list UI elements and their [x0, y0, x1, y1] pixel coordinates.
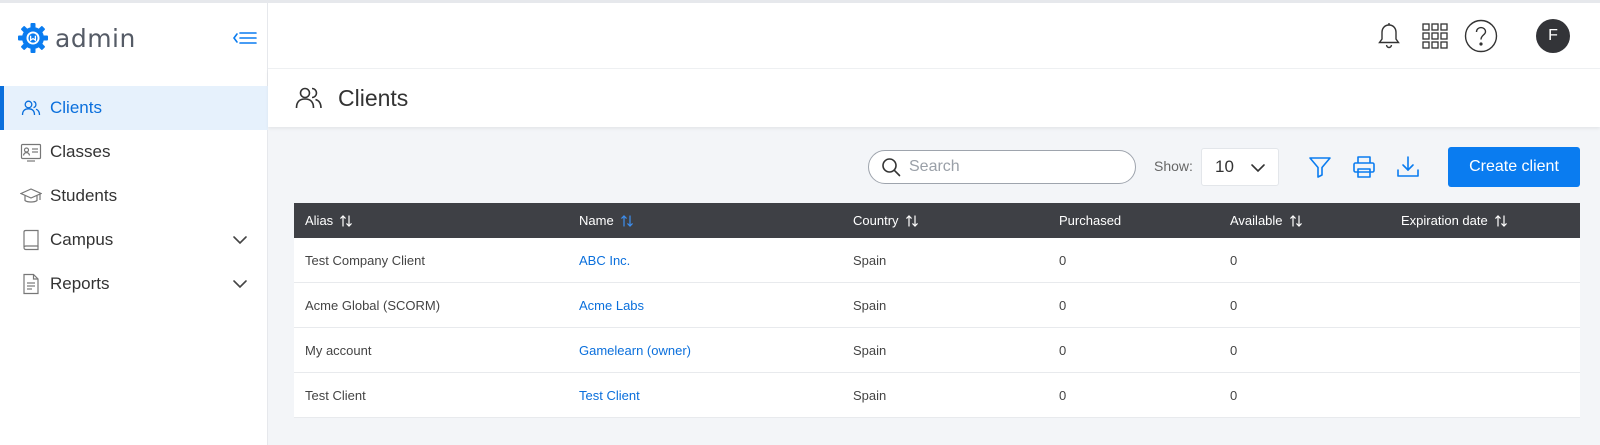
- search-input[interactable]: [909, 158, 1109, 176]
- show-label: Show:: [1154, 158, 1193, 174]
- sidebar: admin Clients Classes Students Campus Re…: [0, 3, 268, 445]
- cell-expiration-date: [1390, 238, 1580, 282]
- sidebar-item-students[interactable]: Students: [0, 174, 268, 218]
- collapse-sidebar-icon[interactable]: [232, 27, 258, 49]
- sidebar-item-label: Classes: [50, 142, 111, 161]
- table-row[interactable]: Test Client Test Client Spain 0 0: [294, 373, 1580, 418]
- sort-icon[interactable]: [1289, 214, 1303, 228]
- table-row[interactable]: My account Gamelearn (owner) Spain 0 0: [294, 328, 1580, 373]
- cell-country: Spain: [853, 342, 887, 358]
- sidebar-item-label: Clients: [50, 98, 102, 117]
- users-icon: [294, 83, 324, 113]
- print-icon[interactable]: [1349, 152, 1379, 182]
- clients-table: Alias Name Country Purchased Available E…: [294, 203, 1580, 418]
- column-header-purchased: Purchased: [1048, 203, 1219, 238]
- top-header: F: [268, 3, 1600, 69]
- app-name: admin: [55, 23, 136, 53]
- cell-country: Spain: [853, 252, 887, 268]
- cell-alias: Test Company Client: [305, 252, 425, 268]
- cell-country: Spain: [853, 297, 887, 313]
- client-name-link[interactable]: Gamelearn (owner): [579, 343, 691, 358]
- cell-alias: My account: [305, 342, 372, 358]
- client-name-link[interactable]: Acme Labs: [579, 298, 644, 313]
- sidebar-item-reports[interactable]: Reports: [0, 262, 268, 306]
- graduation-cap-icon: [20, 185, 42, 207]
- column-label: Country: [853, 213, 899, 228]
- sidebar-item-label: Campus: [50, 230, 114, 249]
- cell-available: 0: [1230, 387, 1238, 403]
- sort-icon[interactable]: [339, 214, 353, 228]
- cell-available: 0: [1230, 342, 1238, 358]
- table-header: Alias Name Country Purchased Available E…: [294, 203, 1580, 238]
- cell-expiration-date: [1390, 283, 1580, 327]
- column-header-available[interactable]: Available: [1219, 203, 1390, 238]
- cell-alias: Acme Global (SCORM): [305, 297, 441, 313]
- cell-alias: Test Client: [305, 387, 366, 403]
- sidebar-item-label: Reports: [50, 274, 110, 293]
- cell-available: 0: [1230, 252, 1238, 268]
- column-label: Expiration date: [1401, 213, 1488, 228]
- sidebar-nav: Clients Classes Students Campus Reports: [0, 86, 268, 306]
- sort-active-icon[interactable]: [620, 214, 634, 228]
- cell-available: 0: [1230, 297, 1238, 313]
- column-label: Available: [1230, 213, 1283, 228]
- client-name-link[interactable]: ABC Inc.: [579, 253, 630, 268]
- book-icon: [20, 229, 42, 251]
- column-header-name[interactable]: Name: [568, 203, 842, 238]
- sort-icon[interactable]: [905, 214, 919, 228]
- table-row[interactable]: Test Company Client ABC Inc. Spain 0 0: [294, 238, 1580, 283]
- id-card-icon: [20, 141, 42, 163]
- brand[interactable]: admin: [17, 20, 136, 56]
- sidebar-item-clients[interactable]: Clients: [0, 86, 268, 130]
- column-label: Alias: [305, 213, 334, 228]
- column-header-expiration-date[interactable]: Expiration date: [1390, 203, 1580, 238]
- cell-purchased: 0: [1059, 252, 1067, 268]
- bell-icon[interactable]: [1372, 19, 1406, 53]
- search-box[interactable]: [868, 150, 1136, 184]
- cell-country: Spain: [853, 387, 887, 403]
- page-size-value: 10: [1215, 157, 1234, 176]
- document-icon: [20, 273, 42, 295]
- sort-icon[interactable]: [1494, 214, 1508, 228]
- search-icon: [882, 158, 901, 177]
- sidebar-item-label: Students: [50, 186, 118, 205]
- column-label: Name: [579, 213, 614, 228]
- page-size-select[interactable]: 10: [1201, 148, 1279, 186]
- download-icon[interactable]: [1393, 152, 1423, 182]
- user-avatar[interactable]: F: [1536, 19, 1570, 53]
- page-title-bar: Clients: [268, 69, 1600, 127]
- users-icon: [20, 97, 42, 119]
- cell-expiration-date: [1390, 373, 1580, 417]
- cell-expiration-date: [1390, 328, 1580, 372]
- cell-purchased: 0: [1059, 297, 1067, 313]
- filter-icon[interactable]: [1305, 152, 1335, 182]
- apps-grid-icon[interactable]: [1418, 19, 1452, 53]
- page-title: Clients: [338, 84, 409, 111]
- column-label: Purchased: [1059, 213, 1122, 228]
- client-name-link[interactable]: Test Client: [579, 388, 640, 403]
- cell-purchased: 0: [1059, 387, 1067, 403]
- sidebar-item-classes[interactable]: Classes: [0, 130, 268, 174]
- chevron-down-icon: [1251, 164, 1265, 173]
- chevron-down-icon[interactable]: [230, 230, 250, 250]
- help-icon[interactable]: [1464, 19, 1498, 53]
- column-header-alias[interactable]: Alias: [294, 203, 568, 238]
- sidebar-item-campus[interactable]: Campus: [0, 218, 268, 262]
- create-client-button[interactable]: Create client: [1448, 147, 1580, 187]
- table-row[interactable]: Acme Global (SCORM) Acme Labs Spain 0 0: [294, 283, 1580, 328]
- chevron-down-icon[interactable]: [230, 274, 250, 294]
- cell-purchased: 0: [1059, 342, 1067, 358]
- gear-logo-icon: [18, 23, 48, 53]
- column-header-country[interactable]: Country: [842, 203, 1048, 238]
